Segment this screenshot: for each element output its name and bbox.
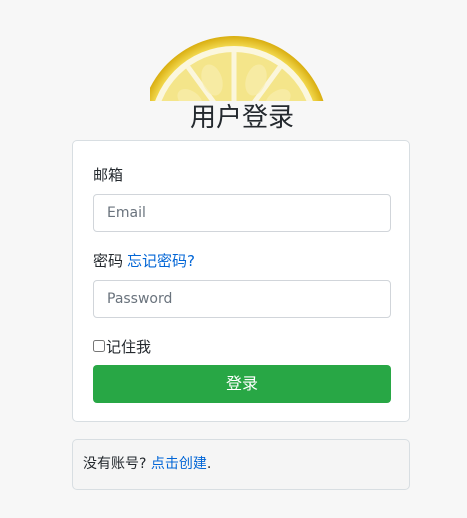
lemon-slice-logo xyxy=(150,30,330,101)
login-page: 用户登录 邮箱 密码忘记密码? 记住我 登录 没有账号? 点击创建. xyxy=(0,0,467,518)
email-label-text: 邮箱 xyxy=(93,166,124,184)
email-field[interactable] xyxy=(93,194,391,232)
signup-suffix: . xyxy=(206,456,212,472)
signup-prompt: 没有账号? xyxy=(83,456,147,472)
password-field[interactable] xyxy=(93,280,391,318)
forgot-password-link[interactable]: 忘记密码? xyxy=(127,252,195,270)
create-account-link[interactable]: 点击创建 xyxy=(151,456,207,472)
signup-callout: 没有账号? 点击创建. xyxy=(72,439,410,490)
password-label-text: 密码 xyxy=(93,252,124,270)
remember-me-label: 记住我 xyxy=(106,337,152,356)
login-form: 邮箱 密码忘记密码? 记住我 登录 xyxy=(72,140,410,422)
login-button[interactable]: 登录 xyxy=(93,365,391,403)
remember-me[interactable]: 记住我 xyxy=(93,336,151,356)
remember-me-checkbox[interactable] xyxy=(93,340,105,352)
password-label: 密码 忘记密码? xyxy=(93,251,195,271)
page-title: 用户登录 xyxy=(189,103,294,133)
email-label: 邮箱 xyxy=(93,165,123,185)
lemon-icon xyxy=(150,36,324,101)
